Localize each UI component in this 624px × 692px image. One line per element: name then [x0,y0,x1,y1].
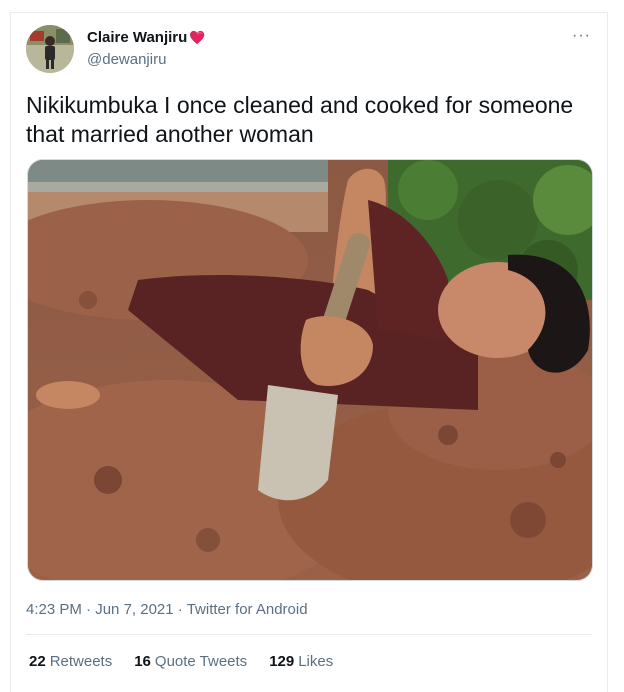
avatar[interactable] [26,25,74,73]
likes-count: 129 [269,653,295,670]
likes-stat[interactable]: 129 Likes [269,653,333,670]
heart-emoji-icon [190,30,205,44]
tweet-photo[interactable] [27,159,593,581]
quote-tweets-stat[interactable]: 16 Quote Tweets [134,653,247,670]
photo-woman-buried-in-soil [28,160,592,580]
tweet-meta: 4:23 PM · Jun 7, 2021 · Twitter for Andr… [26,601,308,618]
retweets-stat[interactable]: 22 Retweets [29,653,112,670]
meta-separator: · [173,601,187,618]
quote-tweets-label: Quote Tweets [154,653,248,670]
more-options-icon[interactable]: ··· [572,27,591,45]
retweets-count: 22 [29,653,46,670]
meta-separator: · [81,601,96,618]
tweet-date[interactable]: Jun 7, 2021 [95,601,173,618]
engagement-stats: 22 Retweets 16 Quote Tweets 129 Likes [29,653,333,670]
tweet-card: Claire Wanjiru @dewanjiru ··· Nikikumbuk… [10,12,608,692]
avatar-photo [26,25,74,73]
tweet-text: Nikikumbuka I once cleaned and cooked fo… [26,92,574,147]
likes-label: Likes [298,653,334,670]
tweet-time[interactable]: 4:23 PM [26,601,82,618]
tweet-source[interactable]: Twitter for Android [187,601,308,618]
divider [26,634,592,635]
quote-tweets-count: 16 [134,653,151,670]
user-handle[interactable]: @dewanjiru [87,51,166,68]
display-name[interactable]: Claire Wanjiru [87,29,187,46]
display-name-row[interactable]: Claire Wanjiru [87,29,207,46]
retweets-label: Retweets [49,653,113,670]
